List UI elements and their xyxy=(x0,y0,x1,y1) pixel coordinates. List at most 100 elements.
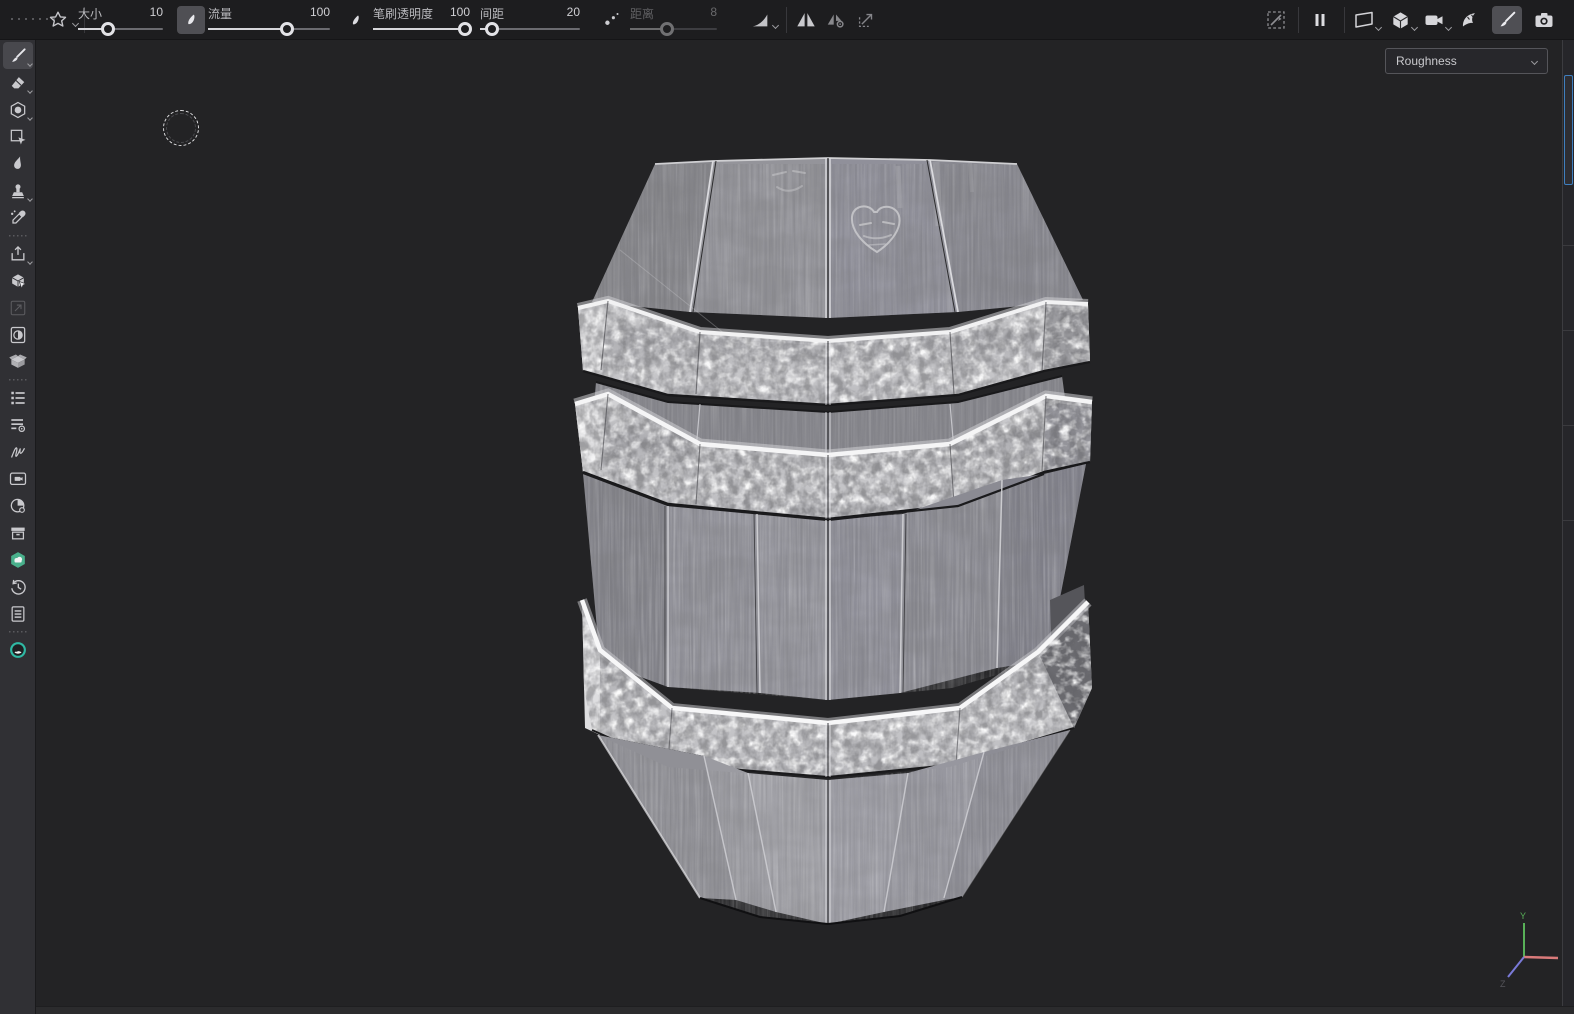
tool-shelf-box[interactable] xyxy=(3,348,33,375)
channel-selector-dropdown[interactable]: Roughness xyxy=(1385,48,1548,74)
tool-mask-stencil[interactable] xyxy=(3,321,33,348)
toolbar-divider xyxy=(786,7,787,33)
opacity-param: 笔刷透明度 100 xyxy=(373,4,470,36)
diagonal-arrow-icon xyxy=(9,299,27,317)
tool-sidebar xyxy=(0,40,36,1014)
stencil-off-button[interactable] xyxy=(1262,6,1290,34)
tool-eraser[interactable] xyxy=(3,69,33,96)
eyedropper-icon xyxy=(8,208,28,228)
tool-clone-stamp[interactable] xyxy=(3,177,33,204)
mirror-symmetry-button[interactable] xyxy=(792,6,820,34)
falloff-curve-icon xyxy=(749,9,771,31)
distance-slider[interactable] xyxy=(630,28,717,30)
chevron-down-icon xyxy=(1531,57,1538,64)
panel-shader-settings[interactable] xyxy=(3,492,33,519)
chevron-down-icon xyxy=(772,22,779,29)
tool-transfer-arrow[interactable] xyxy=(3,294,33,321)
param-value: 20 xyxy=(567,5,580,19)
pause-button[interactable] xyxy=(1306,6,1334,34)
tool-material-picker[interactable] xyxy=(3,204,33,231)
paint-mode-button[interactable] xyxy=(1492,6,1522,34)
spacing-slider[interactable] xyxy=(480,28,580,30)
brush-alpha-button[interactable] xyxy=(44,6,72,34)
mesh-view-button[interactable] xyxy=(1386,6,1414,34)
open-box-icon xyxy=(8,352,28,372)
brush-size-param: 大小 10 xyxy=(78,4,163,36)
capture-camera-button[interactable] xyxy=(1530,6,1558,34)
opacity-slider[interactable] xyxy=(373,28,470,30)
param-label: 距离 xyxy=(630,5,654,22)
param-value: 100 xyxy=(310,5,330,19)
transform-gizmo-button[interactable] xyxy=(852,6,880,34)
chevron-down-icon xyxy=(1375,24,1382,31)
signature-pen-icon xyxy=(8,442,28,462)
falloff-button[interactable] xyxy=(746,6,774,34)
brush-size-slider[interactable] xyxy=(78,28,163,30)
archive-box-icon xyxy=(8,523,28,543)
mesh-cube-icon xyxy=(1389,9,1412,32)
status-bar xyxy=(36,1006,1574,1014)
slider-knob[interactable] xyxy=(458,22,472,36)
smudge-crescent-icon xyxy=(1458,8,1482,32)
symmetry-settings-button[interactable] xyxy=(822,6,850,34)
display-camera-icon xyxy=(8,469,28,489)
tool-paint-brush[interactable] xyxy=(3,42,33,69)
tool-smudge[interactable] xyxy=(3,150,33,177)
tool-projection[interactable] xyxy=(3,96,33,123)
distance-param: 距离 8 xyxy=(630,4,717,36)
camera-view-button[interactable] xyxy=(1420,6,1448,34)
panel-assets[interactable] xyxy=(3,546,33,573)
assets-cloud-hexagon-icon xyxy=(8,550,28,570)
3d-viewport[interactable]: Roughness Y X Z xyxy=(36,40,1574,1006)
selected-dock-item[interactable] xyxy=(1564,75,1573,185)
panel-archive[interactable] xyxy=(3,519,33,546)
paint-brush-icon xyxy=(8,46,28,66)
tool-geometry-select[interactable] xyxy=(3,267,33,294)
mirror-symmetry-icon xyxy=(795,9,817,31)
tool-export-mesh[interactable] xyxy=(3,240,33,267)
slider-knob[interactable] xyxy=(485,22,499,36)
panel-layers-list[interactable] xyxy=(3,384,33,411)
settings-list-gear-icon xyxy=(8,415,28,435)
brush-preset-button[interactable] xyxy=(177,6,205,34)
chevron-down-icon xyxy=(27,259,33,265)
top-toolbar: 大小 10 流量 100 笔刷透明度 100 间距 20 xyxy=(0,0,1574,40)
tool-polygon-fill[interactable] xyxy=(3,123,33,150)
panel-history[interactable] xyxy=(3,573,33,600)
barrel-model xyxy=(575,158,1092,924)
shader-sphere-icon xyxy=(8,496,28,516)
right-dock-panel-edge[interactable] xyxy=(1562,40,1574,1006)
clone-stamp-icon xyxy=(8,181,28,201)
share-teal-circle-icon xyxy=(8,640,28,660)
barrel-model-render xyxy=(36,40,1574,1006)
brush-tip-button[interactable] xyxy=(341,6,369,34)
slider-knob[interactable] xyxy=(101,22,115,36)
log-document-icon xyxy=(8,604,28,624)
panel-log[interactable] xyxy=(3,600,33,627)
scatter-button[interactable] xyxy=(598,6,626,34)
panel-display-settings[interactable] xyxy=(3,465,33,492)
perspective-view-icon xyxy=(1352,8,1376,32)
scatter-dots-icon xyxy=(601,9,623,31)
spacing-param: 间距 20 xyxy=(480,4,580,36)
smudge-mode-button[interactable] xyxy=(1456,6,1484,34)
brush-tip-icon xyxy=(348,13,363,28)
flow-slider[interactable] xyxy=(208,28,330,30)
panel-properties[interactable] xyxy=(3,411,33,438)
param-value: 10 xyxy=(150,5,163,19)
axis-gizmo: Y X Z xyxy=(1470,905,1570,1000)
slider-knob[interactable] xyxy=(280,22,294,36)
geometry-cube-cursor-icon xyxy=(8,271,28,291)
slider-knob[interactable] xyxy=(660,22,674,36)
axis-z-label: Z xyxy=(1500,979,1506,989)
perspective-view-button[interactable] xyxy=(1350,6,1378,34)
param-label: 流量 xyxy=(208,5,232,22)
param-value: 8 xyxy=(710,5,717,19)
paint-brush-icon xyxy=(1496,9,1518,31)
photo-camera-icon xyxy=(1532,8,1556,32)
brush-tip-icon xyxy=(183,12,199,28)
chevron-down-icon xyxy=(27,61,33,67)
panel-signature[interactable] xyxy=(3,438,33,465)
panel-share[interactable] xyxy=(3,636,33,663)
sidebar-separator xyxy=(9,630,27,633)
